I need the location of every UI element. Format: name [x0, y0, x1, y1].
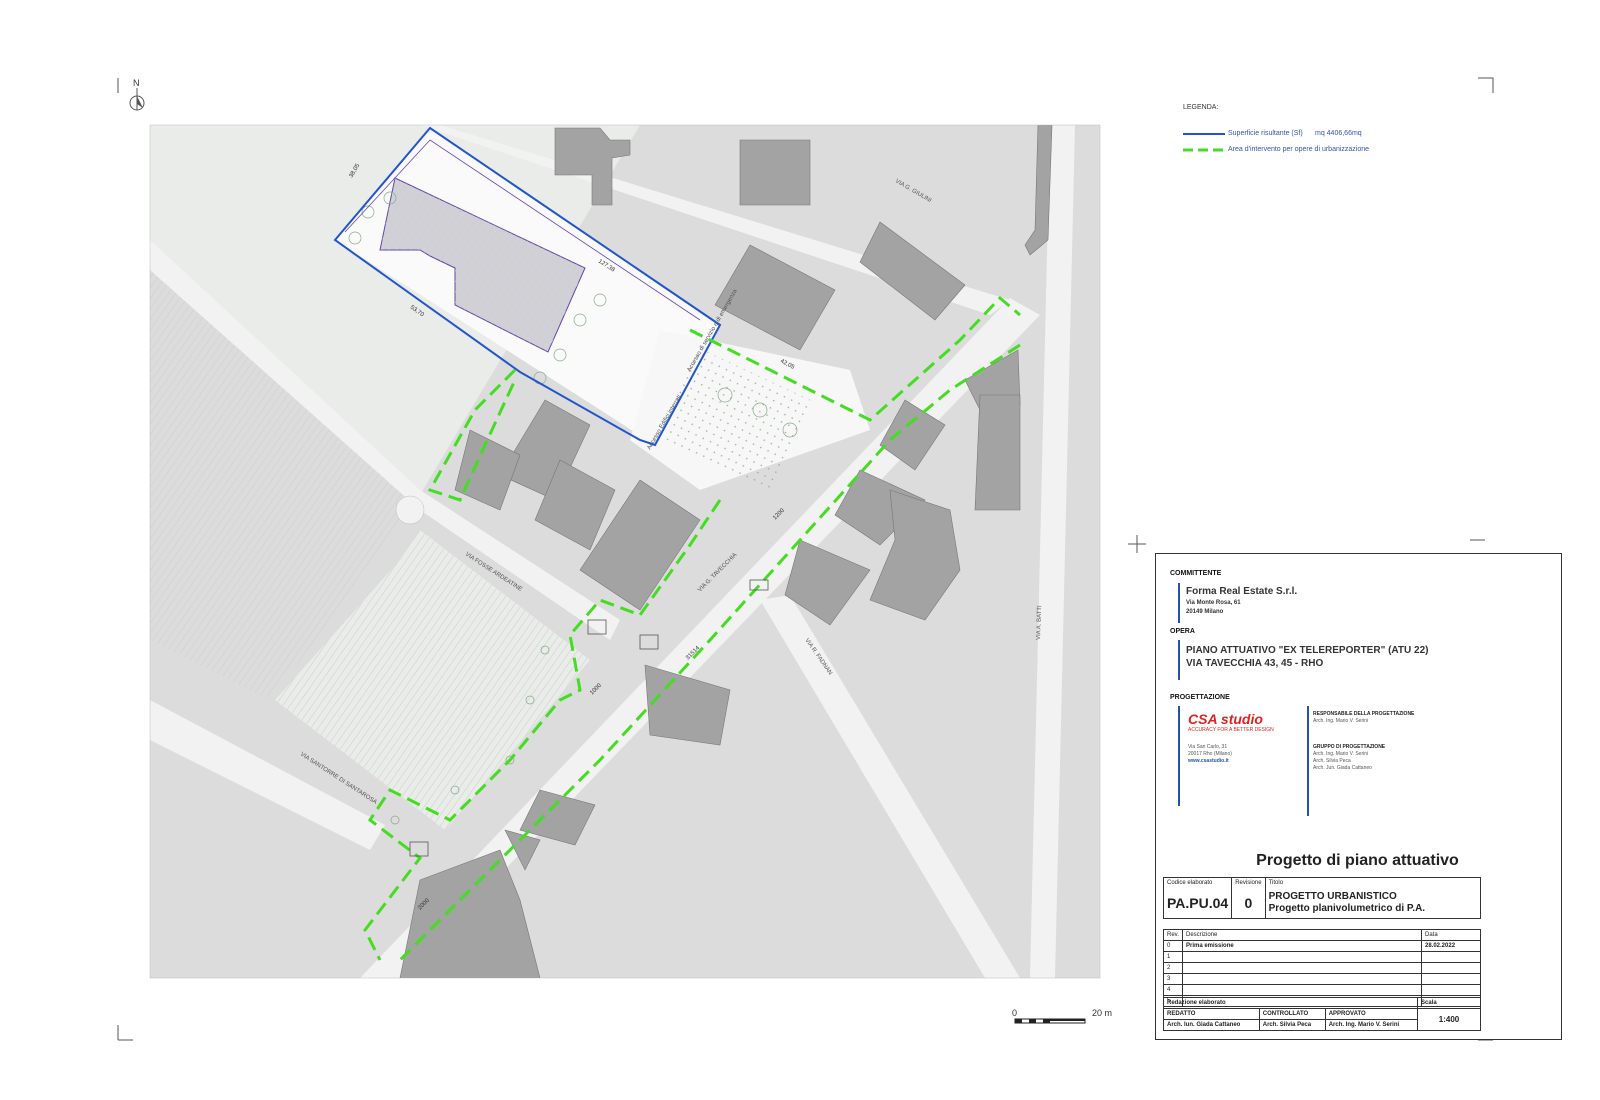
scale-bar: [1014, 1018, 1086, 1024]
rev-desc: [1182, 984, 1422, 996]
code-table: Codice elaborato Revisione Titolo PA.PU.…: [1162, 877, 1482, 919]
rev-header-data: Data: [1421, 929, 1481, 941]
titolo-label: Titolo: [1264, 877, 1482, 888]
controllato-label: CONTROLLATO: [1258, 1008, 1326, 1020]
rev-desc: Prima emissione: [1182, 940, 1422, 952]
csa-tagline: ACCURACY FOR A BETTER DESIGN: [1188, 727, 1274, 733]
north-label: N: [133, 78, 140, 88]
legend-title: LEGENDA:: [1183, 104, 1219, 111]
rev-date: [1421, 962, 1481, 974]
gruppo-name-2: Arch. Silvia Peca: [1313, 758, 1351, 764]
titolo-cell: PROGETTO URBANISTICO Progetto planivolum…: [1264, 888, 1482, 919]
scala-value: 1:400: [1417, 1008, 1481, 1031]
studio-address2: 20017 Rho (Milano): [1188, 751, 1232, 757]
committente-label: COMMITTENTE: [1170, 570, 1222, 577]
redatto-label: REDATTO: [1163, 1008, 1260, 1020]
gruppo-name-3: Arch. Jun. Giada Cattaneo: [1313, 765, 1372, 771]
north-arrow-icon: [129, 88, 145, 111]
scale-end: 20 m: [1092, 1008, 1113, 1018]
legend-label-intervention: Area d'intervento per opere di urbanizza…: [1228, 146, 1370, 153]
rev-num: 3: [1163, 973, 1183, 985]
legend-value-parcel: mq 4406,66mq: [1315, 130, 1362, 137]
table-row: 0 Prima emissione 28.02.2022: [1163, 940, 1481, 952]
table-row: 2: [1163, 962, 1481, 974]
redazione-label: Redazione elaborato: [1163, 997, 1418, 1009]
opera-line2: VIA TAVECCHIA 43, 45 - RHO: [1186, 658, 1324, 669]
redatto-value: Arch. Iun. Giada Cattaneo: [1163, 1019, 1260, 1031]
rev-desc: [1182, 951, 1422, 963]
titolo-line1: PROGETTO URBANISTICO: [1268, 891, 1397, 902]
progettazione-label: PROGETTAZIONE: [1170, 694, 1230, 701]
scala-label: Scala: [1417, 997, 1481, 1009]
revisione-value: 0: [1231, 888, 1266, 919]
legend-label-parcel: Superficie risultante (Sf): [1228, 130, 1303, 137]
csa-logo: CSA studio: [1188, 711, 1263, 727]
table-row: 3: [1163, 973, 1481, 985]
table-row: 1: [1163, 951, 1481, 963]
map-area: VIA G. GIULINI VIA FOSSE ARDEATINE VIA S…: [150, 125, 1100, 978]
rev-num: 4: [1163, 984, 1183, 996]
rev-desc: [1182, 973, 1422, 985]
resp-name: Arch. Ing. Mario V. Serini: [1313, 718, 1369, 724]
rev-num: 1: [1163, 951, 1183, 963]
committente-bar: [1178, 583, 1180, 623]
rev-header-desc: Descrizione: [1182, 929, 1422, 941]
committente-address1: Via Monte Rosa, 61: [1186, 600, 1241, 606]
gruppo-name-1: Arch. Ing. Mario V. Serini: [1313, 751, 1369, 757]
scale-start: 0: [1012, 1008, 1018, 1018]
table-row: 4: [1163, 984, 1481, 996]
committente-address2: 20149 Milano: [1186, 609, 1224, 615]
studio-website[interactable]: www.csastudio.it: [1188, 758, 1229, 764]
opera-bar: [1178, 640, 1180, 680]
registration-marks: [1128, 535, 1485, 553]
studio-address1: Via San Carlo, 31: [1188, 744, 1228, 750]
rev-num: 0: [1163, 940, 1183, 952]
street-label-batti: VIA A. BATTI: [1036, 605, 1043, 640]
revisione-label: Revisione: [1231, 877, 1266, 888]
rev-date: [1421, 984, 1481, 996]
codice-value: PA.PU.04: [1162, 888, 1233, 919]
titolo-line2: Progetto planivolumetrico di P.A.: [1268, 903, 1426, 914]
rev-desc: [1182, 962, 1422, 974]
committente-name: Forma Real Estate S.r.l.: [1186, 586, 1298, 597]
redazione-table: Redazione elaborato Scala REDATTO CONTRO…: [1163, 997, 1481, 1031]
revision-table: Rev. Descrizione Data 0 Prima emissione 28…: [1163, 929, 1481, 1007]
progettazione-bar: [1178, 706, 1180, 806]
rev-date: 28.02.2022: [1421, 940, 1481, 952]
codice-label: Codice elaborato: [1162, 877, 1233, 888]
controllato-value: Arch. Silvia Peca: [1258, 1019, 1326, 1031]
opera-line1: PIANO ATTUATIVO "EX TELEREPORTER" (ATU 2…: [1186, 645, 1429, 656]
opera-label: OPERA: [1170, 628, 1195, 635]
resp-bar: [1307, 706, 1309, 816]
gruppo-label: GRUPPO DI PROGETTAZIONE: [1313, 744, 1386, 750]
resp-label: RESPONSABILE DELLA PROGETTAZIONE: [1313, 711, 1415, 717]
rev-date: [1421, 951, 1481, 963]
rev-num: 2: [1163, 962, 1183, 974]
approvato-label: APPROVATO: [1324, 1008, 1419, 1020]
main-title: Progetto di piano attuativo: [1256, 852, 1459, 869]
approvato-value: Arch. Ing. Mario V. Serini: [1324, 1019, 1419, 1031]
rev-date: [1421, 973, 1481, 985]
rev-header-rev: Rev.: [1163, 929, 1183, 941]
